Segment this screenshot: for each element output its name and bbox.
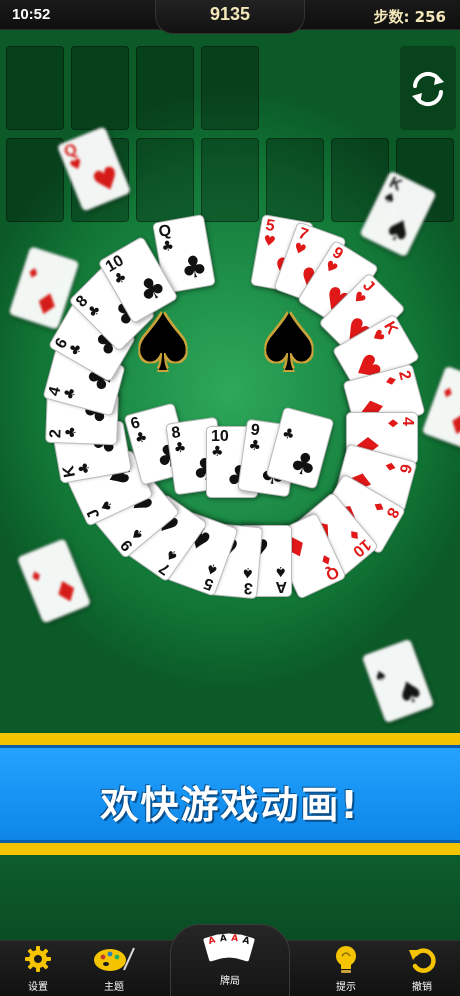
card-suit-large: ♠ <box>378 209 418 253</box>
free-cell-2[interactable] <box>71 46 129 130</box>
card-suit: ♣ <box>172 439 188 457</box>
card-suit: ♠ <box>240 563 255 581</box>
clock: 10:52 <box>12 6 51 23</box>
card-suit: ♣ <box>247 437 263 455</box>
nav-label-hint: 提示 <box>336 982 356 993</box>
card-suit: ♠ <box>203 558 222 579</box>
nav-label-game: 牌局 <box>220 976 240 987</box>
spade-eye-left: ♠ <box>128 299 198 389</box>
score: 9135 <box>209 4 251 24</box>
palette-icon <box>84 944 144 976</box>
free-cell-3[interactable] <box>136 46 194 130</box>
card-rank: A <box>275 578 287 595</box>
card-suit: ♥ <box>290 239 309 260</box>
card-suit: ♣ <box>160 237 176 256</box>
card-suit-large: ♦ <box>28 284 65 326</box>
nav-label-theme: 主题 <box>104 982 124 993</box>
banner-inner: 欢快游戏动画! <box>0 745 460 843</box>
tableau-slot-3[interactable] <box>136 138 194 222</box>
card-suit: ♦ <box>27 567 46 588</box>
nav-label-undo: 撤销 <box>412 982 432 993</box>
card-suit: ♣ <box>84 301 105 322</box>
spade-eye-right: ♠ <box>254 299 324 389</box>
card-suit: ♣ <box>65 340 87 360</box>
card-suit: ♦ <box>380 373 400 390</box>
card-suit: ♥ <box>67 155 86 176</box>
card-suit-large: ♠ <box>391 671 430 715</box>
card-suit: ♠ <box>274 563 287 579</box>
nav-label-settings: 设置 <box>28 982 48 993</box>
nav-settings[interactable]: 设置 <box>8 942 68 996</box>
card-rank: 2 <box>47 428 65 439</box>
card-suit: ♣ <box>110 268 130 289</box>
tableau-slot-4[interactable] <box>201 138 259 222</box>
card-suit: ♣ <box>63 425 80 439</box>
refresh-button[interactable] <box>400 46 456 130</box>
nav-theme[interactable]: 主题 <box>84 942 144 996</box>
gear-icon <box>8 944 68 976</box>
card-suit-large: ♦ <box>47 571 86 614</box>
card-suit: ♦ <box>24 264 42 284</box>
card-suit: ♣ <box>211 444 224 460</box>
card-suit: ♦ <box>380 458 399 475</box>
card-suit-large: ♦ <box>441 404 460 447</box>
move-counter: 步数: 256 <box>373 8 446 26</box>
card-suit: ♣ <box>133 428 150 448</box>
card-suit: ♣ <box>61 385 80 402</box>
card-suit: ♠ <box>372 666 390 687</box>
free-cell-1[interactable] <box>6 46 64 130</box>
promo-banner: 欢快游戏动画! <box>0 733 460 855</box>
undo-icon <box>392 944 452 976</box>
card-rank: 3 <box>243 578 254 597</box>
card-suit-large: ♣ <box>177 248 211 288</box>
card-suit: ♠ <box>380 188 399 209</box>
nav-game[interactable]: A A A A 牌局 <box>200 933 260 996</box>
card-suit-large: ♣ <box>285 444 321 486</box>
card-suit-large: ♥ <box>87 159 126 202</box>
free-cell-4[interactable] <box>201 46 259 130</box>
card-suit: ♦ <box>384 417 400 430</box>
card-suit: ♥ <box>261 232 277 251</box>
solitaire-game-screen: 10:52 9135 步数: 256 Q♥♥♦♦K♠♠♦♦♦♦♠♠Q♣♣5♥♥7… <box>0 0 460 996</box>
banner-title: 欢快游戏动画! <box>100 783 360 827</box>
refresh-icon <box>412 71 444 107</box>
card-rank: 4 <box>399 417 416 426</box>
tableau-slot-5[interactable] <box>266 138 324 222</box>
card-suit: ♦ <box>438 383 457 404</box>
tableau-slot-1[interactable] <box>6 138 64 222</box>
lightbulb-icon <box>316 944 376 976</box>
card-suit: ♣ <box>280 425 297 444</box>
nav-undo[interactable]: 撤销 <box>392 942 452 996</box>
card-rank: 10 <box>211 428 229 445</box>
nav-hint[interactable]: 提示 <box>316 942 376 996</box>
card-suit: ♠ <box>97 496 118 515</box>
card-suit: ♣ <box>75 460 94 476</box>
cards-icon: A A A A <box>200 933 260 970</box>
